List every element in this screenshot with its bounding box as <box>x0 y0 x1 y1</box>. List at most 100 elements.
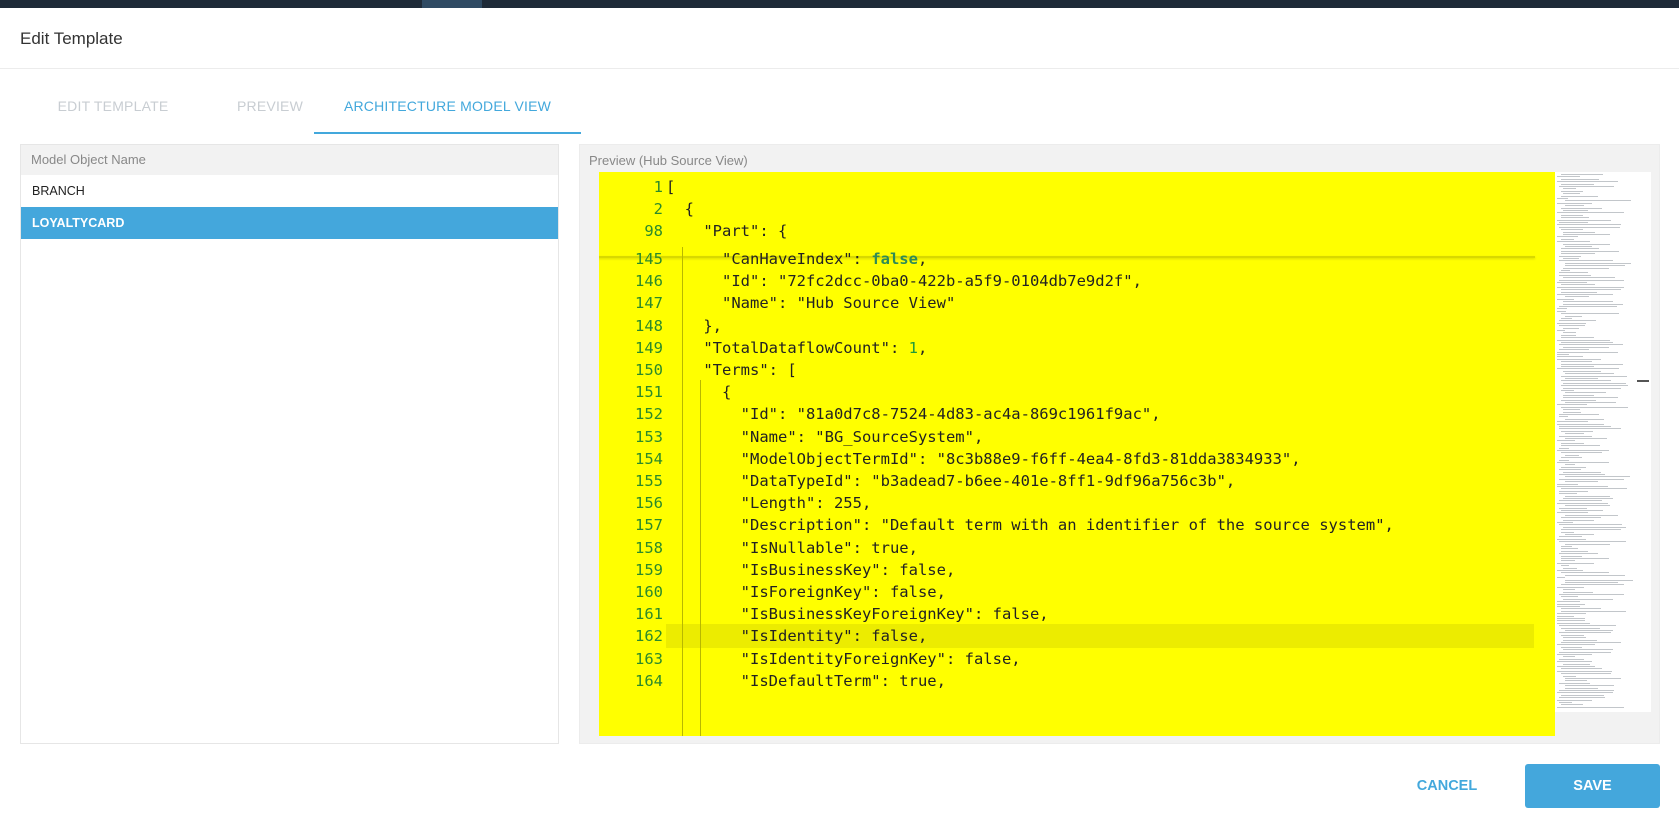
minimap-line <box>1563 567 1577 569</box>
tab-architecture-model-view[interactable]: ARCHITECTURE MODEL VIEW <box>314 92 581 134</box>
minimap-line <box>1561 584 1624 586</box>
minimap-line <box>1561 548 1579 550</box>
line-code: "IsNullable": true, <box>666 538 918 557</box>
minimap-line <box>1559 272 1589 274</box>
minimap-line <box>1557 450 1610 451</box>
minimap-line <box>1563 243 1610 245</box>
minimap-line <box>1559 428 1622 430</box>
minimap-line <box>1561 214 1583 216</box>
minimap-line <box>1565 543 1610 545</box>
minimap-slider[interactable] <box>1637 380 1649 382</box>
minimap-line <box>1557 666 1595 667</box>
code-line: 150 "Terms": [ <box>599 358 1555 382</box>
minimap-line <box>1563 598 1614 600</box>
minimap-line <box>1561 510 1604 511</box>
tab-edit-template[interactable]: EDIT TEMPLATE <box>20 92 206 134</box>
minimap-line <box>1561 337 1594 339</box>
line-code: "Id": "81a0d7c8-7524-4d83-ac4a-869c1961f… <box>666 405 1161 424</box>
line-number: 163 <box>635 649 663 668</box>
minimap-line <box>1559 541 1626 543</box>
minimap-line <box>1565 433 1584 435</box>
save-button[interactable]: SAVE <box>1525 764 1660 808</box>
minimap-line <box>1565 315 1582 317</box>
line-number: 149 <box>635 338 663 357</box>
code-line: 154 "ModelObjectTermId": "8c3b88e9-f6ff-… <box>599 447 1555 471</box>
minimap-line <box>1561 608 1601 610</box>
minimap-line <box>1557 421 1589 423</box>
minimap-line <box>1565 265 1625 267</box>
minimap-line <box>1561 289 1622 291</box>
code-editor[interactable]: 1[2 {98 "Part": {145 "CanHaveIndex": fal… <box>599 172 1555 736</box>
minimap-line <box>1565 685 1615 687</box>
minimap-line <box>1561 550 1588 552</box>
minimap-line <box>1557 286 1625 288</box>
minimap-line <box>1563 663 1591 665</box>
minimap-line <box>1561 334 1576 336</box>
minimap-line <box>1563 526 1627 528</box>
code-line: 151 { <box>599 380 1555 404</box>
minimap-line <box>1559 222 1588 223</box>
minimap-line <box>1561 250 1620 252</box>
minimap-line <box>1563 411 1582 413</box>
model-object-row-loyaltycard[interactable]: LOYALTYCARD <box>21 207 558 239</box>
minimap-line <box>1557 522 1574 523</box>
minimap-line <box>1561 183 1594 185</box>
minimap-line <box>1557 404 1588 406</box>
minimap-line <box>1563 589 1575 591</box>
line-code: "IsForeignKey": false, <box>666 583 946 601</box>
code-line: 157 "Description": "Default term with an… <box>599 513 1555 537</box>
minimap-line <box>1557 654 1593 655</box>
minimap-line <box>1563 519 1595 521</box>
minimap-line <box>1561 442 1585 444</box>
line-code: "CanHaveIndex": false, <box>666 247 927 271</box>
minimap-line <box>1557 308 1568 310</box>
minimap-line <box>1563 394 1595 396</box>
code-line: 158 "IsNullable": true, <box>599 536 1555 560</box>
minimap-line <box>1557 577 1566 579</box>
minimap-line <box>1563 277 1616 279</box>
line-number: 164 <box>635 671 663 690</box>
cancel-button[interactable]: CANCEL <box>1392 764 1502 808</box>
minimap-line <box>1559 632 1612 634</box>
line-code: "DataTypeId": "b3adead7-b6ee-401e-8ff1-9… <box>666 472 1236 490</box>
minimap-line <box>1563 234 1611 235</box>
minimap-line <box>1559 186 1614 187</box>
minimap-line <box>1565 630 1614 631</box>
minimap-line <box>1561 704 1584 706</box>
minimap-line <box>1561 529 1621 531</box>
minimap-line <box>1559 682 1591 684</box>
minimap-line <box>1557 181 1618 183</box>
minimap-line <box>1561 253 1596 255</box>
code-line: 160 "IsForeignKey": false, <box>599 580 1555 604</box>
line-number: 151 <box>635 383 663 402</box>
minimap-line <box>1557 699 1592 701</box>
line-number: 158 <box>635 538 663 557</box>
minimap-line <box>1561 546 1573 547</box>
minimap-line <box>1559 490 1589 492</box>
minimap-line <box>1559 349 1589 351</box>
minimap-line <box>1561 560 1575 562</box>
minimap-line <box>1557 615 1574 617</box>
minimap-line <box>1561 385 1629 387</box>
line-code: "Terms": [ <box>666 361 797 379</box>
minimap-line <box>1563 258 1579 259</box>
minimap-line <box>1561 366 1595 367</box>
code-token: "TotalDataflowCount": <box>666 338 909 357</box>
minimap-line <box>1561 596 1578 598</box>
minimap-line <box>1563 267 1610 269</box>
minimap-line <box>1559 702 1573 703</box>
code-line: 163 "IsIdentityForeignKey": false, <box>599 647 1555 671</box>
minimap-line <box>1557 622 1590 624</box>
line-code: "Length": 255, <box>666 494 872 513</box>
minimap-line <box>1563 301 1613 303</box>
minimap-line <box>1559 507 1588 509</box>
editor-minimap[interactable] <box>1555 172 1651 712</box>
minimap-line <box>1565 378 1598 379</box>
model-object-row-branch[interactable]: BRANCH <box>21 175 558 207</box>
indent-guide <box>700 380 701 736</box>
minimap-line <box>1561 445 1600 447</box>
minimap-line <box>1557 661 1593 663</box>
minimap-line <box>1561 390 1574 391</box>
code-token: , <box>917 250 928 268</box>
model-object-list: Model Object Name BRANCH LOYALTYCARD <box>20 144 559 744</box>
